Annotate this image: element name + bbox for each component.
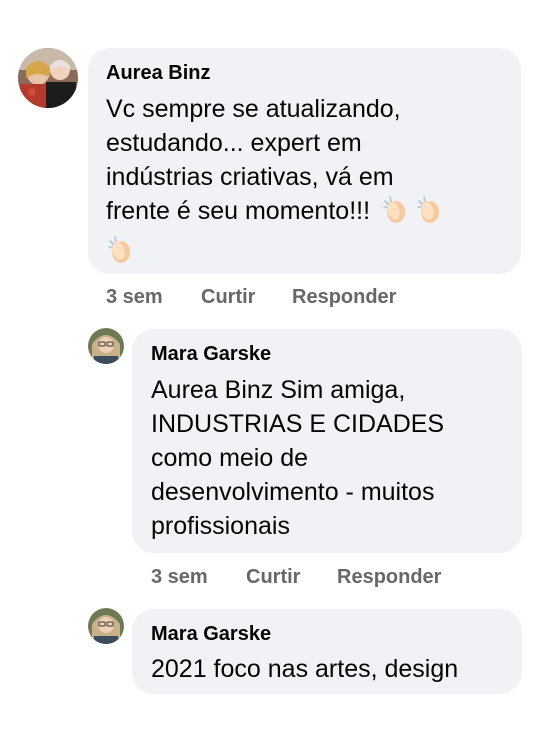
comment-line: 2021 foco nas artes, design [151,655,459,683]
avatar[interactable] [88,328,124,364]
comment-author[interactable]: Mara Garske [151,342,271,366]
like-button[interactable]: Curtir [201,285,255,309]
comment-actions: 3 sem Curtir Responder [106,285,506,309]
clapping-hands-icon [415,195,445,234]
comment-actions: 3 sem Curtir Responder [151,565,511,589]
reply-button[interactable]: Responder [337,565,441,589]
comment-text: Vc sempre se atualizando, estudando... e… [106,92,445,274]
clapping-hands-icon [106,235,136,274]
comment-timestamp[interactable]: 3 sem [106,285,163,309]
reply-button[interactable]: Responder [292,285,396,309]
comment-line: frente é seu momento!!! [106,197,371,225]
comment-line: profissionais [151,512,290,540]
comment-line: Vc sempre se atualizando, [106,95,401,123]
comment-timestamp[interactable]: 3 sem [151,565,208,589]
comment-text: 2021 foco nas artes, design [151,652,458,686]
comment-line: desenvolvimento - muitos [151,478,435,506]
avatar[interactable] [88,608,124,644]
comment-line: Aurea Binz Sim amiga, [151,376,406,404]
clapping-hands-icon [381,195,411,234]
comment-line: indústrias criativas, vá em [106,163,394,191]
like-button[interactable]: Curtir [246,565,300,589]
comment-text: Aurea Binz Sim amiga, INDUSTRIAS E CIDAD… [151,373,444,543]
comment-line: como meio de [151,444,309,472]
avatar[interactable] [18,48,78,108]
comment-line: INDUSTRIAS E CIDADES [151,410,445,438]
comment-author[interactable]: Mara Garske [151,622,271,646]
comment-author[interactable]: Aurea Binz [106,61,210,85]
comment-line: estudando... expert em [106,129,362,157]
